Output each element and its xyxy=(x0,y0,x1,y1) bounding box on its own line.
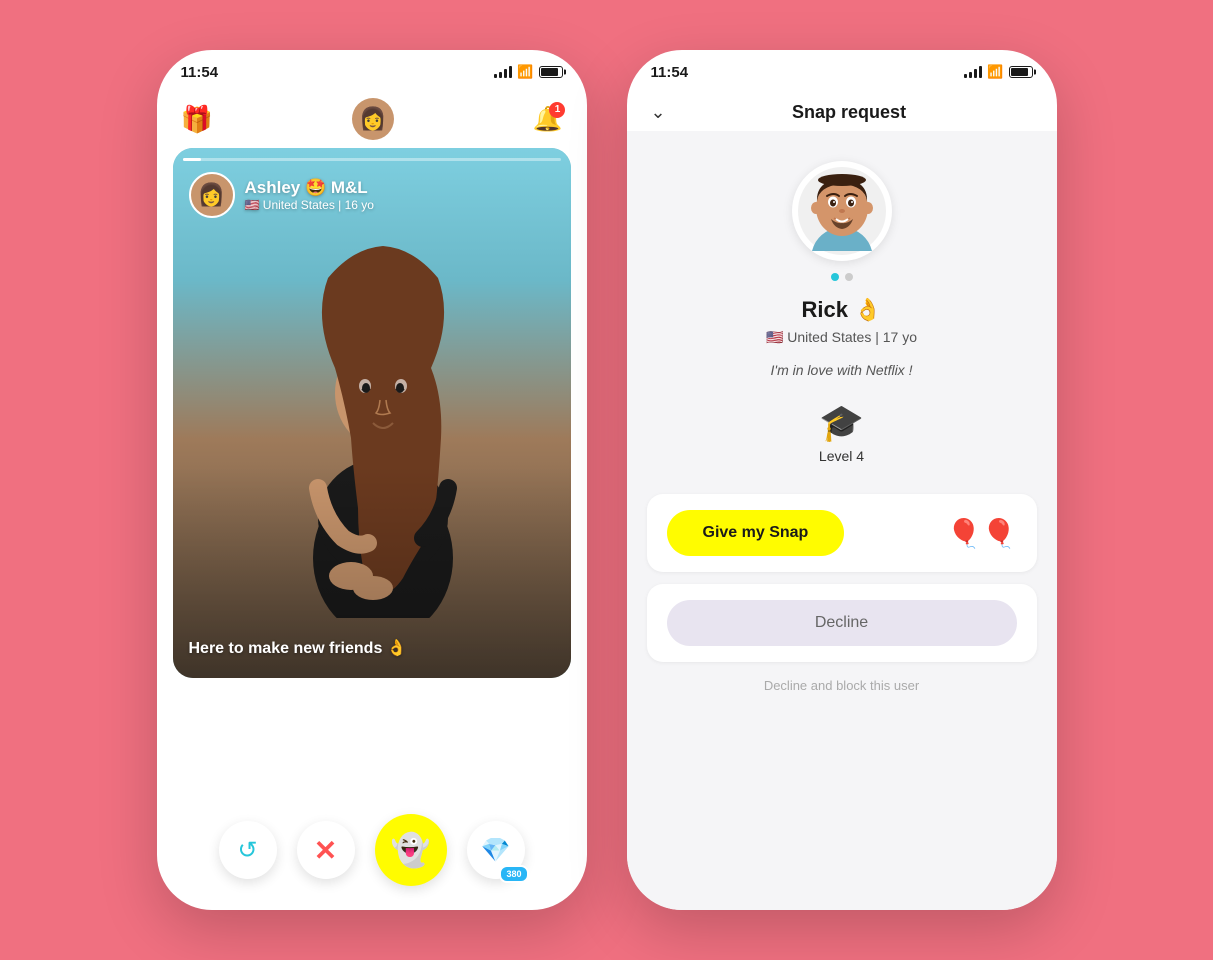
diamond-button[interactable]: 💎 380 xyxy=(467,821,525,879)
left-phone: 11:54 📶 🎁 👩 🔔 1 xyxy=(157,50,587,910)
undo-icon: ↺ xyxy=(237,836,257,865)
snap-request-header: ⌄ Snap request xyxy=(627,94,1057,131)
snap-button[interactable]: 👻 xyxy=(375,814,447,886)
dot-2 xyxy=(845,273,853,281)
balloon-icons: 🎈🎈 xyxy=(947,517,1017,550)
action-cards: Give my Snap 🎈🎈 Decline xyxy=(627,494,1057,662)
card-user-avatar: 👩 xyxy=(189,172,235,218)
request-avatar xyxy=(792,161,892,261)
card-user-name: Ashley 🤩 M&L xyxy=(245,178,374,198)
card-area: 👩 Ashley 🤩 M&L 🇺🇸 United States | 16 yo … xyxy=(157,148,587,796)
give-snap-button[interactable]: Give my Snap xyxy=(667,510,845,556)
wifi-icon: 📶 xyxy=(517,64,533,80)
card-bottom-text: Here to make new friends 👌 xyxy=(189,638,407,658)
signal-icon-right xyxy=(964,66,982,78)
battery-icon xyxy=(539,66,563,78)
app-header-left: 🎁 👩 🔔 1 xyxy=(157,94,587,148)
card-vignette xyxy=(173,148,571,678)
status-icons-right: 📶 xyxy=(964,64,1032,80)
request-avatar-container xyxy=(792,161,892,261)
card-user-text: Ashley 🤩 M&L 🇺🇸 United States | 16 yo xyxy=(245,178,374,212)
notch-left xyxy=(307,50,437,78)
avatar-dots xyxy=(831,273,853,281)
give-snap-card: Give my Snap 🎈🎈 xyxy=(647,494,1037,572)
request-name: Rick 👌 xyxy=(802,297,882,323)
card-user-sub: 🇺🇸 United States | 16 yo xyxy=(245,198,374,212)
bitmoji-avatar xyxy=(797,166,887,256)
decline-button[interactable]: Decline xyxy=(667,600,1017,646)
back-chevron[interactable]: ⌄ xyxy=(651,102,666,123)
notification-dot: 1 xyxy=(549,102,565,118)
gift-icon[interactable]: 🎁 xyxy=(181,104,213,135)
user-avatar-header[interactable]: 👩 xyxy=(352,98,394,140)
dot-1 xyxy=(831,273,839,281)
card-user-info: 👩 Ashley 🤩 M&L 🇺🇸 United States | 16 yo xyxy=(189,172,374,218)
undo-button[interactable]: ↺ xyxy=(219,821,277,879)
level-section: 🎓 Level 4 xyxy=(819,402,864,464)
request-location: 🇺🇸 United States | 17 yo xyxy=(766,329,917,346)
action-buttons: ↺ ✕ 👻 💎 380 xyxy=(157,796,587,910)
status-icons-left: 📶 xyxy=(494,64,562,80)
decline-card: Decline xyxy=(647,584,1037,662)
cross-icon: ✕ xyxy=(314,834,337,867)
level-text: Level 4 xyxy=(819,448,864,464)
notification-bell[interactable]: 🔔 1 xyxy=(533,105,563,134)
profile-card[interactable]: 👩 Ashley 🤩 M&L 🇺🇸 United States | 16 yo … xyxy=(173,148,571,678)
card-progress xyxy=(183,158,561,161)
decline-block-text[interactable]: Decline and block this user xyxy=(764,678,919,713)
diamond-count: 380 xyxy=(499,865,528,883)
snapchat-ghost-icon: 👻 xyxy=(391,831,431,869)
time-right: 11:54 xyxy=(651,64,689,81)
battery-icon-right xyxy=(1009,66,1033,78)
time-left: 11:54 xyxy=(181,64,219,81)
wifi-icon-right: 📶 xyxy=(987,64,1003,80)
graduation-icon: 🎓 xyxy=(819,402,864,444)
snap-request-body: Rick 👌 🇺🇸 United States | 17 yo I'm in l… xyxy=(627,131,1057,910)
snap-request-title: Snap request xyxy=(666,102,1033,123)
dislike-button[interactable]: ✕ xyxy=(297,821,355,879)
right-phone: 11:54 📶 ⌄ Snap request xyxy=(627,50,1057,910)
request-bio: I'm in love with Netflix ! xyxy=(771,362,913,378)
notch-right xyxy=(777,50,907,78)
signal-icon xyxy=(494,66,512,78)
diamond-icon: 💎 xyxy=(481,836,511,865)
